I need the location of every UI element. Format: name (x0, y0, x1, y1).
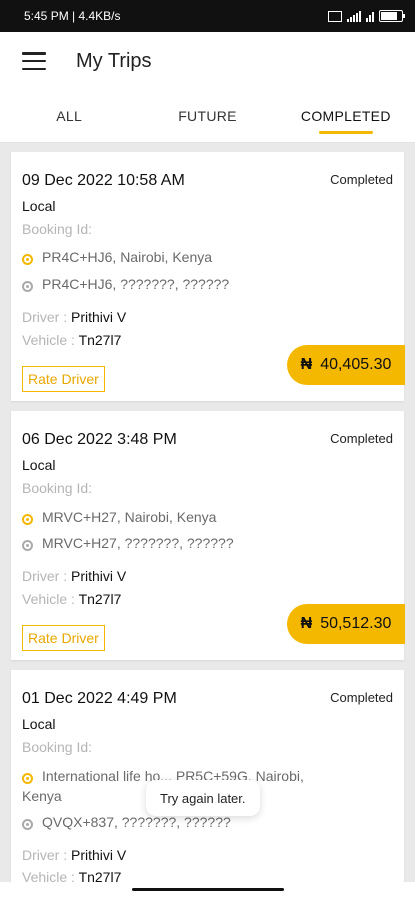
vehicle-number: Tn27l7 (78, 869, 122, 882)
driver-label: Driver : (22, 309, 71, 325)
app-bar: My Trips (0, 32, 415, 90)
vehicle-info: Vehicle : Tn27l7 (22, 591, 121, 607)
booking-id-label: Booking Id: (22, 221, 93, 237)
tab-label: ALL (56, 108, 83, 124)
signal-icon (347, 10, 361, 22)
vehicle-info: Vehicle : Tn27l7 (22, 332, 121, 348)
rate-driver-button[interactable]: Rate Driver (22, 625, 105, 651)
vehicle-label: Vehicle : (22, 869, 79, 882)
trip-card[interactable]: 01 Dec 2022 4:49 PM Completed Local Book… (11, 670, 404, 882)
trip-list[interactable]: 09 Dec 2022 10:58 AM Completed Local Boo… (0, 142, 415, 882)
pickup-dot-icon (22, 254, 33, 265)
trip-datetime: 09 Dec 2022 10:58 AM (22, 172, 185, 189)
status-time: 5:45 PM | 4.4KB/s (24, 9, 121, 23)
fare-badge: ₦ 50,512.30 (287, 604, 405, 644)
fare-amount: 40,405.30 (320, 356, 392, 373)
fare-badge: ₦ 40,405.30 (287, 345, 405, 385)
pickup-dot-icon (22, 773, 33, 784)
drop-text: PR4C+HJ6, ???????, ?????? (42, 276, 230, 292)
currency-symbol: ₦ (300, 356, 313, 373)
trip-card[interactable]: 09 Dec 2022 10:58 AM Completed Local Boo… (11, 152, 405, 401)
driver-name: Prithivi V (71, 847, 127, 863)
drop-dot-icon (22, 540, 33, 551)
tab-future[interactable]: FUTURE (138, 90, 276, 142)
trip-datetime: 06 Dec 2022 3:48 PM (22, 431, 177, 448)
trip-datetime: 01 Dec 2022 4:49 PM (22, 690, 177, 707)
pickup-location: PR4C+HJ6, Nairobi, Kenya (22, 247, 352, 267)
status-icons (328, 10, 405, 22)
currency-symbol: ₦ (300, 615, 313, 632)
drop-dot-icon (22, 281, 33, 292)
trip-card[interactable]: 06 Dec 2022 3:48 PM Completed Local Book… (11, 411, 405, 660)
driver-label: Driver : (22, 568, 71, 584)
driver-info: Driver : Prithivi V (22, 309, 126, 325)
vehicle-info: Vehicle : Tn27l7 (22, 869, 121, 882)
home-indicator[interactable] (132, 888, 284, 891)
vehicle-number: Tn27l7 (78, 332, 122, 348)
pickup-dot-icon (22, 514, 33, 525)
hamburger-icon[interactable] (22, 52, 46, 70)
tab-label: COMPLETED (300, 108, 391, 124)
driver-name: Prithivi V (71, 568, 127, 584)
rate-driver-button[interactable]: Rate Driver (22, 366, 105, 392)
driver-label: Driver : (22, 847, 71, 863)
fare-amount: 50,512.30 (320, 615, 392, 632)
tab-label: FUTURE (178, 108, 237, 124)
trip-type: Local (22, 457, 56, 473)
pickup-text: MRVC+H27, Nairobi, Kenya (42, 509, 217, 525)
battery-icon (379, 10, 405, 22)
drop-dot-icon (22, 819, 33, 830)
driver-name: Prithivi V (71, 309, 127, 325)
tab-indicator (318, 131, 373, 134)
vehicle-number: Tn27l7 (78, 591, 122, 607)
drop-text: QVQX+837, ???????, ?????? (42, 814, 231, 830)
tab-completed[interactable]: COMPLETED (277, 90, 415, 142)
vehicle-label: Vehicle : (22, 591, 79, 607)
driver-info: Driver : Prithivi V (22, 568, 126, 584)
trip-status: Completed (330, 690, 393, 705)
trip-status: Completed (330, 172, 393, 187)
drop-location: MRVC+H27, ???????, ?????? (22, 533, 352, 553)
navigation-bar (0, 882, 415, 900)
trip-status: Completed (330, 431, 393, 446)
drop-text: MRVC+H27, ???????, ?????? (42, 535, 234, 551)
trip-type: Local (22, 716, 56, 732)
drop-location: PR4C+HJ6, ???????, ?????? (22, 274, 352, 294)
pickup-text-continued: Kenya (22, 788, 62, 804)
trip-type: Local (22, 198, 56, 214)
wifi-icon (366, 11, 374, 22)
booking-id-label: Booking Id: (22, 480, 93, 496)
tab-all[interactable]: ALL (0, 90, 138, 142)
trip-tabs: ALL FUTURE COMPLETED (0, 90, 415, 143)
pickup-location: MRVC+H27, Nairobi, Kenya (22, 507, 352, 527)
page-title: My Trips (76, 49, 152, 72)
vehicle-label: Vehicle : (22, 332, 79, 348)
driver-info: Driver : Prithivi V (22, 847, 126, 863)
status-bar: 5:45 PM | 4.4KB/s (0, 0, 415, 32)
sim-icon (328, 10, 342, 22)
booking-id-label: Booking Id: (22, 739, 93, 755)
toast-message: Try again later. (146, 780, 260, 816)
pickup-text: PR4C+HJ6, Nairobi, Kenya (42, 249, 213, 265)
